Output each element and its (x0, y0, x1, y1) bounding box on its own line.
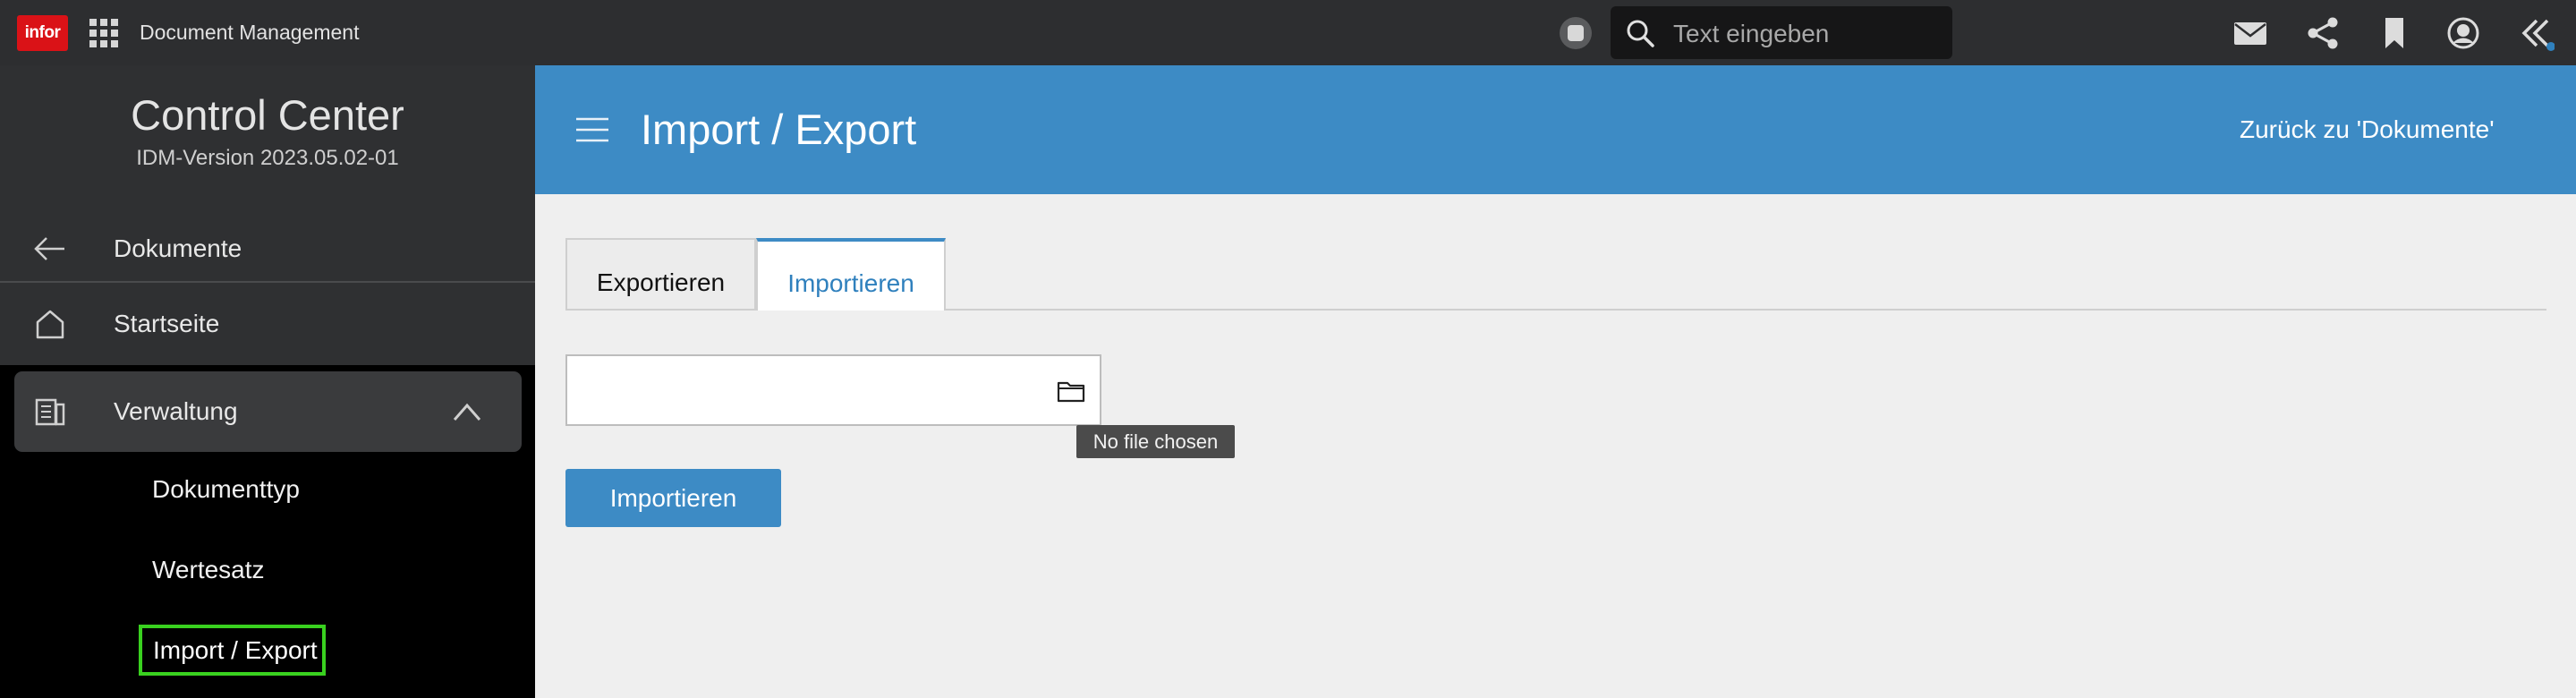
page-title: Import / Export (641, 106, 917, 153)
file-tooltip: No file chosen (1076, 425, 1235, 458)
page-header: Import / Export Zurück zu 'Dokumente' (535, 65, 2576, 194)
back-to-documents-link[interactable]: Zurück zu 'Dokumente' (2240, 65, 2495, 194)
home-icon (36, 310, 64, 339)
arrow-left-icon (34, 237, 64, 260)
folder-icon[interactable] (1056, 376, 1086, 406)
divider (0, 281, 535, 283)
sidebar-item-label: Dokumente (114, 234, 242, 262)
tab-importieren[interactable]: Importieren (756, 238, 946, 311)
sidebar-subitem-label: Import / Export (153, 636, 318, 664)
square-stop-icon[interactable] (1558, 15, 1594, 51)
app-title: Document Management (140, 21, 360, 44)
sidebar-item-verwaltung[interactable]: Verwaltung (14, 371, 522, 452)
sidebar-subitem-import-export[interactable]: Import / Export (139, 625, 326, 676)
infor-logo[interactable]: infor (17, 15, 68, 51)
sidebar-title: Control Center (131, 91, 404, 139)
sidebar-item-label: Verwaltung (114, 397, 238, 425)
sidebar-item-startseite[interactable]: Startseite (0, 284, 535, 364)
file-input[interactable] (565, 354, 1101, 426)
chevron-up-icon[interactable] (449, 396, 485, 427)
version-label: IDM-Version 2023.05.02-01 (136, 146, 399, 170)
main-content: Exportieren Importieren No file chosen I… (535, 194, 2576, 698)
user-avatar-icon[interactable] (2445, 15, 2481, 51)
top-bar: infor Document Management (0, 0, 2576, 65)
import-button[interactable]: Importieren (565, 469, 781, 527)
sidebar-header: Control Center IDM-Version 2023.05.02-01… (0, 65, 535, 365)
mail-icon[interactable] (2232, 15, 2268, 51)
sidebar-item-dokumente[interactable]: Dokumente (0, 209, 535, 289)
admin-icon (35, 398, 65, 426)
hamburger-menu-icon[interactable] (574, 112, 610, 148)
search-box[interactable] (1611, 6, 1952, 61)
tab-exportieren[interactable]: Exportieren (565, 238, 756, 309)
apps-grid-icon[interactable] (89, 18, 119, 48)
double-chevron-left-icon[interactable] (2519, 15, 2555, 51)
sidebar: Control Center IDM-Version 2023.05.02-01… (0, 65, 535, 698)
sidebar-subitem-dokumenttyp[interactable]: Dokumenttyp (152, 475, 300, 504)
bookmark-icon[interactable] (2376, 15, 2412, 51)
sidebar-subitem-wertesatz[interactable]: Wertesatz (152, 556, 265, 584)
search-input[interactable] (1671, 6, 1943, 61)
sidebar-item-label: Startseite (114, 310, 220, 337)
share-icon[interactable] (2305, 15, 2341, 51)
search-icon (1627, 20, 1654, 47)
